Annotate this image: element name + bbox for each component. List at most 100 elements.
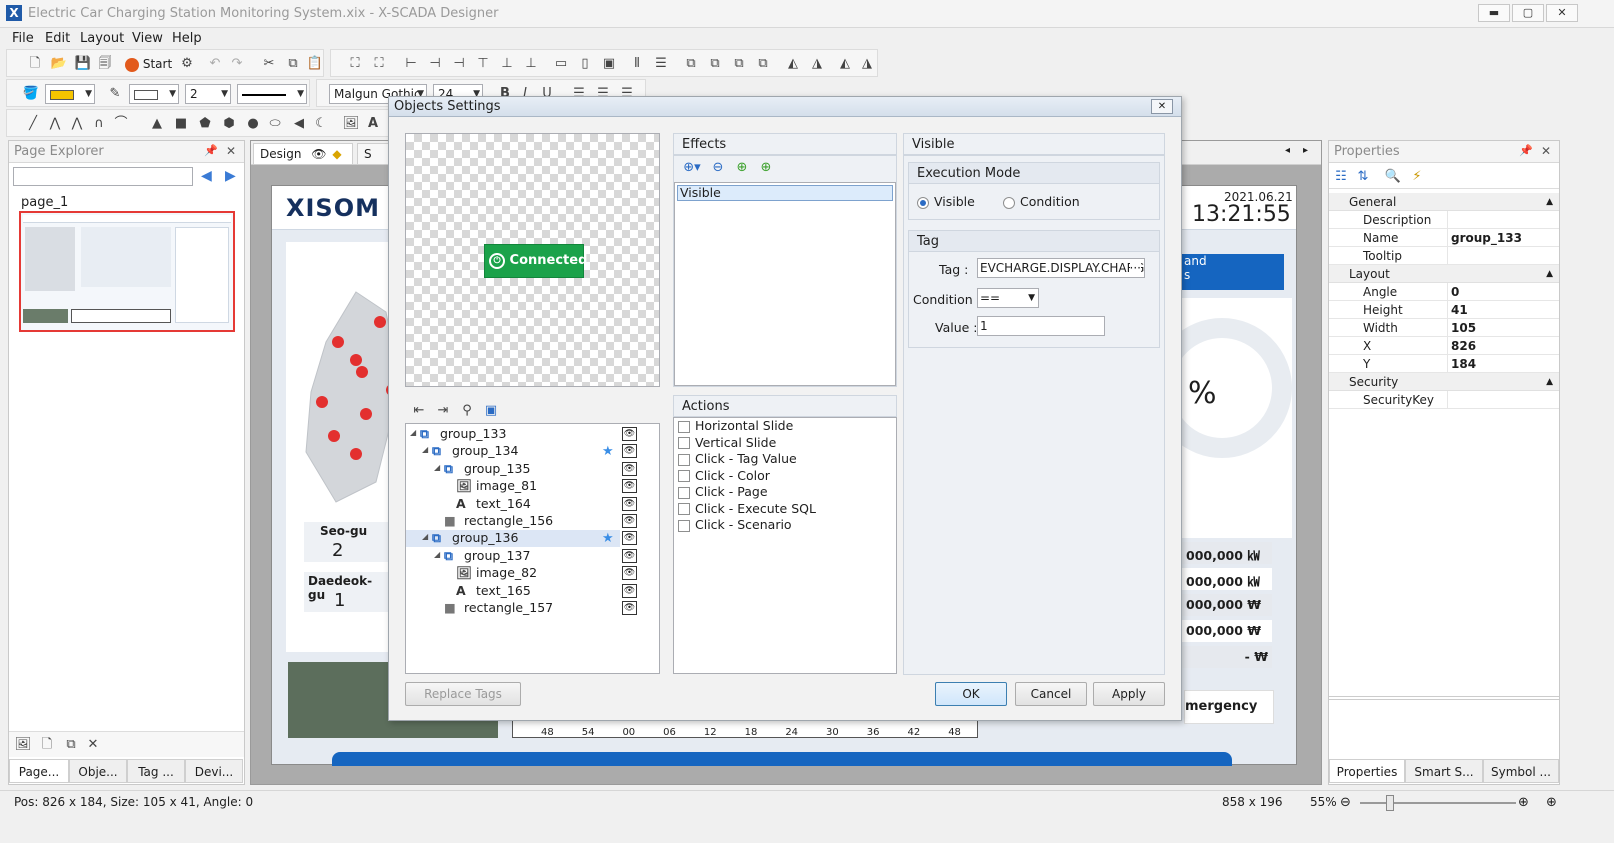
value-input[interactable]: 1	[977, 316, 1105, 336]
rectangle-tool-icon[interactable]: ■	[171, 114, 191, 134]
properties-pin-icon[interactable]: 📌	[1519, 144, 1533, 157]
zoom-out-icon[interactable]: ⊖	[1340, 792, 1351, 814]
tab-object-explorer[interactable]: Obje...	[69, 759, 127, 783]
text-tool-icon[interactable]: A	[363, 114, 383, 134]
stroke-width-select[interactable]: 2 ▼	[185, 84, 231, 104]
panel-close-icon[interactable]: ✕	[226, 144, 236, 158]
action-horizontal-slide[interactable]: Horizontal Slide	[678, 418, 816, 435]
tree-node[interactable]: ◢ ⧉ group_135	[406, 461, 620, 478]
action-click-color[interactable]: Click - Color	[678, 468, 816, 485]
tree-node[interactable]: ◢ ⧉ group_134	[406, 443, 620, 460]
same-size-icon[interactable]: ▣	[599, 54, 619, 74]
tree-node[interactable]: Atext_165	[406, 583, 620, 600]
visibility-eye-icon[interactable]: 👁	[622, 514, 637, 528]
add-effect-button[interactable]: ⊕▾	[678, 158, 706, 178]
save-all-icon[interactable]: 🗐	[95, 54, 115, 74]
align-right-icon[interactable]: ⊣	[449, 54, 469, 74]
action-vertical-slide[interactable]: Vertical Slide	[678, 435, 816, 452]
property-security-key[interactable]: SecurityKey	[1329, 391, 1559, 409]
bring-front-icon[interactable]: ⧉	[681, 54, 701, 74]
remove-effect-icon[interactable]: ⊖	[708, 158, 728, 178]
action-checkbox[interactable]	[678, 503, 690, 515]
action-click-execute-sql[interactable]: Click - Execute SQL	[678, 501, 816, 518]
open-folder-icon[interactable]: 📂	[49, 54, 69, 74]
apply-button[interactable]: Apply	[1093, 682, 1165, 706]
flip-h-icon[interactable]: ◭	[783, 54, 803, 74]
save-icon[interactable]: 💾	[73, 54, 93, 74]
add-image-page-icon[interactable]: 🖼	[13, 735, 33, 755]
property-x[interactable]: X 826	[1329, 337, 1559, 355]
tab-tag-explorer[interactable]: Tag ...	[127, 759, 185, 783]
rotate-left-icon[interactable]: ◭	[835, 54, 855, 74]
new-file-icon[interactable]: 🗋	[25, 54, 45, 74]
action-click-page[interactable]: Click - Page	[678, 484, 816, 501]
align-middle-icon[interactable]: ⊥	[497, 54, 517, 74]
tab-smart-symbol[interactable]: Smart S...	[1405, 759, 1483, 783]
cut-icon[interactable]: ✂	[259, 54, 279, 74]
redo-icon[interactable]: ↷	[227, 54, 247, 74]
ungroup-icon[interactable]: ⛶	[369, 54, 389, 74]
delete-page-icon[interactable]: ✕	[83, 735, 103, 755]
visibility-eye-icon[interactable]: 👁	[622, 427, 637, 441]
properties-close-icon[interactable]: ✕	[1541, 144, 1551, 158]
tree-node[interactable]: 🖼 image_81	[406, 478, 620, 495]
arrow-tool-icon[interactable]: ◀	[289, 114, 309, 134]
preview-eye-icon[interactable]: 👁	[311, 147, 326, 161]
property-name[interactable]: Name group_133	[1329, 229, 1559, 247]
action-checkbox[interactable]	[678, 437, 690, 449]
indent-icon[interactable]: ⇤	[409, 401, 429, 421]
menu-help[interactable]: Help	[172, 31, 202, 46]
star-icon[interactable]: ★	[602, 531, 614, 546]
menu-edit[interactable]: Edit	[45, 31, 70, 46]
menu-layout[interactable]: Layout	[80, 31, 124, 46]
close-window-button[interactable]: ✕	[1546, 4, 1578, 22]
visibility-eye-icon[interactable]: 👁	[622, 496, 637, 511]
line-style-select[interactable]: ▼	[237, 84, 307, 104]
tab-page-explorer[interactable]: Page...	[9, 759, 69, 783]
radio-dot[interactable]	[1003, 196, 1015, 209]
expand-toggle-icon[interactable]: ◢	[434, 550, 440, 559]
tab-properties[interactable]: Properties	[1329, 759, 1405, 783]
property-tooltip[interactable]: Tooltip	[1329, 247, 1559, 265]
tabs-scroll-left-icon[interactable]: ◂	[1285, 145, 1290, 156]
arc-tool-icon[interactable]: ⌒	[111, 114, 131, 134]
bezier-tool-icon[interactable]: ⋀	[67, 114, 87, 134]
image-tool-icon[interactable]: 🖼	[341, 114, 361, 134]
flip-v-icon[interactable]: ◮	[807, 54, 827, 74]
same-width-icon[interactable]: ▭	[551, 54, 571, 74]
zoom-in-icon[interactable]: ⊕	[1518, 792, 1529, 814]
mode-visible-radio[interactable]: Visible	[917, 194, 975, 209]
tag-browse-button[interactable]: ···	[1129, 259, 1141, 277]
start-button[interactable]: Start	[125, 54, 172, 74]
fill-color-picker[interactable]: ▼	[45, 84, 95, 104]
polyline-tool-icon[interactable]: ⋀	[45, 114, 65, 134]
line-tool-icon[interactable]: ╱	[23, 114, 43, 134]
page-thumbnail[interactable]	[19, 211, 235, 332]
send-backward-icon[interactable]: ⧉	[753, 54, 773, 74]
action-checkbox[interactable]	[678, 420, 690, 433]
expand-toggle-icon[interactable]: ◢	[422, 445, 428, 454]
emergency-button[interactable]: mergency	[1184, 690, 1274, 724]
copy-page-icon[interactable]: ⧉	[61, 735, 81, 755]
page-search-input[interactable]	[13, 167, 193, 186]
category-general[interactable]: General ▲	[1329, 193, 1559, 211]
action-checkbox[interactable]	[678, 519, 690, 532]
paste-icon[interactable]: 📋	[305, 54, 325, 74]
category-layout[interactable]: Layout ▲	[1329, 265, 1559, 283]
tree-node[interactable]: ◢ ⧉ group_136	[406, 530, 620, 548]
expand-toggle-icon[interactable]: ◢	[422, 532, 428, 541]
tab-symbol[interactable]: Symbol ...	[1483, 759, 1559, 783]
visibility-eye-icon[interactable]: 👁	[622, 601, 637, 615]
align-center-icon[interactable]: ⊣	[425, 54, 445, 74]
zoom-slider-track[interactable]	[1360, 802, 1516, 804]
maximize-button[interactable]: ▢	[1512, 4, 1544, 22]
property-width[interactable]: Width 105	[1329, 319, 1559, 337]
distribute-h-icon[interactable]: ⫴	[627, 54, 647, 74]
tabs-scroll-right-icon[interactable]: ▸	[1303, 145, 1308, 156]
fit-page-icon[interactable]: ⊕	[1546, 792, 1557, 814]
visibility-eye-icon[interactable]: 👁	[622, 531, 637, 546]
minimize-button[interactable]: ▬	[1478, 4, 1510, 22]
property-height[interactable]: Height 41	[1329, 301, 1559, 319]
zoom-slider-thumb[interactable]	[1386, 795, 1394, 811]
tree-node[interactable]: ■ rectangle_157	[406, 600, 620, 617]
